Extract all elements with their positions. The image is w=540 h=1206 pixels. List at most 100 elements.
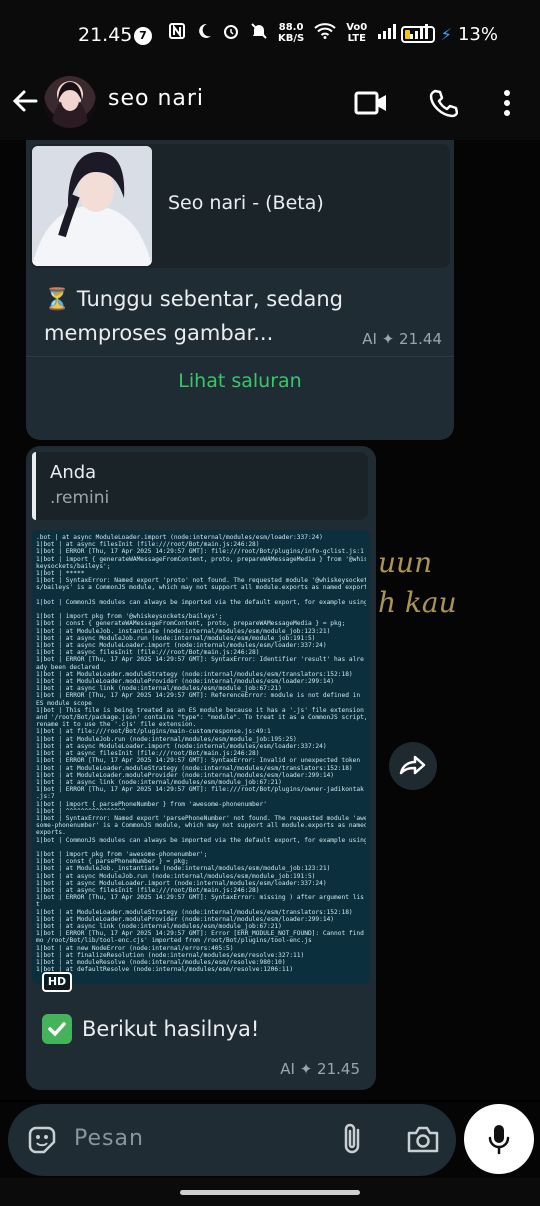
- wallpaper-text-2: h kau: [378, 586, 457, 619]
- message-meta: AI ✦ 21.45: [280, 1060, 360, 1078]
- camera-button[interactable]: [406, 1124, 440, 1156]
- video-call-icon: [354, 91, 386, 115]
- emoji-button[interactable]: [26, 1124, 58, 1156]
- network-speed: 88.0 KB/S: [278, 22, 305, 44]
- terminal-line: 1|bot | CommonJS modules can always be i…: [36, 598, 366, 606]
- camera-icon: [407, 1126, 439, 1153]
- channel-title: Seo nari - (Beta): [168, 192, 324, 214]
- signal-icon: [377, 23, 399, 43]
- status-icons: 88.0 KB/S Vo0 LTE: [168, 22, 431, 44]
- check-mark-icon: [42, 1014, 72, 1044]
- message-input[interactable]: Pesan: [8, 1104, 456, 1176]
- terminal-line: 1|bot | ^^^^^^^^^^^^^^^^: [36, 807, 126, 815]
- status-bar: 21.45 7 88.0 KB/S Vo0 LTE ⚡ 13%: [0, 0, 540, 72]
- quote-author: Anda: [50, 462, 97, 483]
- paperclip-icon: [344, 1123, 360, 1154]
- terminal-line: 1|bot | ERROR [Thu, 17 Apr 2025 14:29:57…: [36, 656, 364, 664]
- wifi-icon: [314, 23, 336, 43]
- forward-button[interactable]: [389, 742, 437, 790]
- channel-card[interactable]: Seo nari - (Beta): [30, 144, 450, 268]
- volte-indicator: Vo0 LTE: [346, 22, 368, 44]
- terminal-line: 1|bot | import { generateWAMessageFromCo…: [36, 555, 366, 563]
- attach-button[interactable]: [336, 1122, 370, 1158]
- message-bubble-2[interactable]: Anda .remini .bot | at async ModuleLoade…: [26, 446, 376, 1090]
- terminal-line: 1|bot | SyntaxError: Named export 'proto…: [36, 577, 366, 585]
- terminal-line: 1|bot | CommonJS modules can always be i…: [36, 836, 366, 844]
- message-composer: Pesan: [0, 1102, 540, 1178]
- terminal-line: t: [36, 901, 40, 909]
- message-bubble-1[interactable]: Seo nari - (Beta) ⏳ Tunggu sebentar, sed…: [26, 140, 454, 440]
- back-button[interactable]: [10, 86, 40, 116]
- terminal-line: 1|bot | This file is being treated as an…: [36, 706, 364, 714]
- terminal-line: 1|bot | at ModuleLoader.moduleProvider (…: [36, 771, 335, 779]
- terminal-line: ES module scope: [36, 699, 92, 707]
- terminal-line: keysockets/baileys';: [36, 562, 111, 570]
- status-time: 21.45: [78, 24, 133, 46]
- message-placeholder[interactable]: Pesan: [74, 1126, 144, 1151]
- terminal-line: 1|bot | at ModuleLoader.moduleStrategy (…: [36, 670, 353, 678]
- chat-header: seo nari: [0, 72, 540, 140]
- microphone-icon: [488, 1125, 510, 1155]
- voice-message-button[interactable]: [464, 1104, 534, 1174]
- avatar[interactable]: [44, 76, 96, 128]
- terminal-line: 1|bot | *****: [36, 570, 85, 578]
- terminal-line: 1|bot | const { generateWAMessageFromCon…: [36, 620, 346, 628]
- alarm-icon: [222, 22, 240, 44]
- terminal-line: ady been declared: [36, 663, 100, 671]
- terminal-line: 1|bot | at async link (node:internal/mod…: [36, 778, 282, 786]
- terminal-line: 1|bot | import { parsePhoneNumber } from…: [36, 800, 267, 808]
- terminal-line: mo /root/Bot/lib/tool-enc.cjs' imported …: [36, 937, 312, 945]
- notification-count-badge: 7: [134, 27, 152, 45]
- terminal-line: 1|bot | at ModuleJob._instantiate (node:…: [36, 865, 331, 873]
- mute-icon: [250, 22, 268, 44]
- quoted-message[interactable]: Anda .remini: [32, 452, 368, 520]
- back-arrow-icon: [12, 90, 38, 112]
- terminal-line: 1|bot | SyntaxError: Named export 'parse…: [36, 814, 366, 822]
- terminal-line: 1|bot | at ModuleJob.run (node:internal/…: [36, 735, 297, 743]
- more-options-icon: [504, 90, 510, 116]
- terminal-line: 1|bot | at ModuleLoader.moduleStrategy (…: [36, 908, 353, 916]
- terminal-line: 1|bot | at async ModuleLoader.import (no…: [36, 742, 327, 750]
- terminal-line: 1|bot | ERROR [Thu, 17 Apr 2025 14:29:57…: [36, 692, 361, 700]
- contact-name[interactable]: seo nari: [108, 86, 204, 111]
- terminal-line: .bot | at async ModuleLoader.import (nod…: [36, 534, 323, 541]
- terminal-line: rename it to use the '.cjs' file extensi…: [36, 721, 197, 729]
- video-call-button[interactable]: [354, 86, 388, 120]
- terminal-line: and '/root/Bot/package.json' contains "t…: [36, 714, 366, 722]
- terminal-line: 1|bot | ERROR [Thu, 17 Apr 2025 14:29:57…: [36, 757, 361, 765]
- terminal-line: 1|bot | import pkg from '@whiskeysockets…: [36, 613, 223, 621]
- terminal-line: 1|bot | at async filesInit (file:///root…: [36, 886, 260, 894]
- view-channel-button[interactable]: Lihat saluran: [26, 370, 454, 392]
- terminal-line: 1|bot | ERROR [Thu, 17 Apr 2025 14:29:57…: [36, 930, 364, 938]
- terminal-line: s/baileys' is a CommonJS module, which m…: [36, 584, 366, 592]
- terminal-line: 1|bot | ERROR [Thu, 17 Apr 2025 14:29:57…: [36, 894, 364, 902]
- terminal-line: 1|bot | at ModuleLoader.moduleProvider (…: [36, 678, 335, 686]
- terminal-line: 1|bot | at async ModuleJob.run (node:int…: [36, 634, 316, 642]
- terminal-line: exports.: [36, 829, 66, 837]
- terminal-line: 1|bot | const { parsePhoneNumber } = pkg…: [36, 858, 189, 866]
- terminal-line: 1|bot | at defaultResolve (node:internal…: [36, 966, 294, 974]
- home-indicator[interactable]: [180, 1190, 360, 1195]
- terminal-line: 1|bot | at async ModuleLoader.import (no…: [36, 642, 327, 650]
- chat-area[interactable]: uun h kau Seo nari - (Beta) ⏳ Tunggu seb…: [0, 140, 540, 1100]
- quote-text: .remini: [50, 488, 110, 508]
- terminal-line: 1|bot | at ModuleLoader.moduleStrategy (…: [36, 764, 353, 772]
- hourglass-icon: ⏳: [44, 287, 71, 311]
- forward-icon: [399, 755, 426, 775]
- message-text: Berikut hasilnya!: [42, 1014, 259, 1044]
- terminal-line: 1|bot | at async link (node:internal/mod…: [36, 685, 282, 693]
- terminal-line: 1|bot | at ModuleLoader.moduleProvider (…: [36, 915, 335, 923]
- terminal-line: .js:7: [36, 793, 55, 801]
- message-text: ⏳ Tunggu sebentar, sedang memproses gamb…: [44, 287, 343, 345]
- terminal-screenshot-image[interactable]: .bot | at async ModuleLoader.import (nod…: [32, 530, 370, 984]
- battery-status: ⚡ 13%: [400, 24, 498, 45]
- voice-call-icon: [429, 89, 458, 118]
- channel-thumbnail: [32, 146, 152, 266]
- wallpaper-text-1: uun: [378, 546, 433, 579]
- voice-call-button[interactable]: [426, 86, 460, 120]
- more-options-button[interactable]: [490, 86, 524, 120]
- terminal-line: some-phonenumber' is a CommonJS module, …: [36, 822, 366, 830]
